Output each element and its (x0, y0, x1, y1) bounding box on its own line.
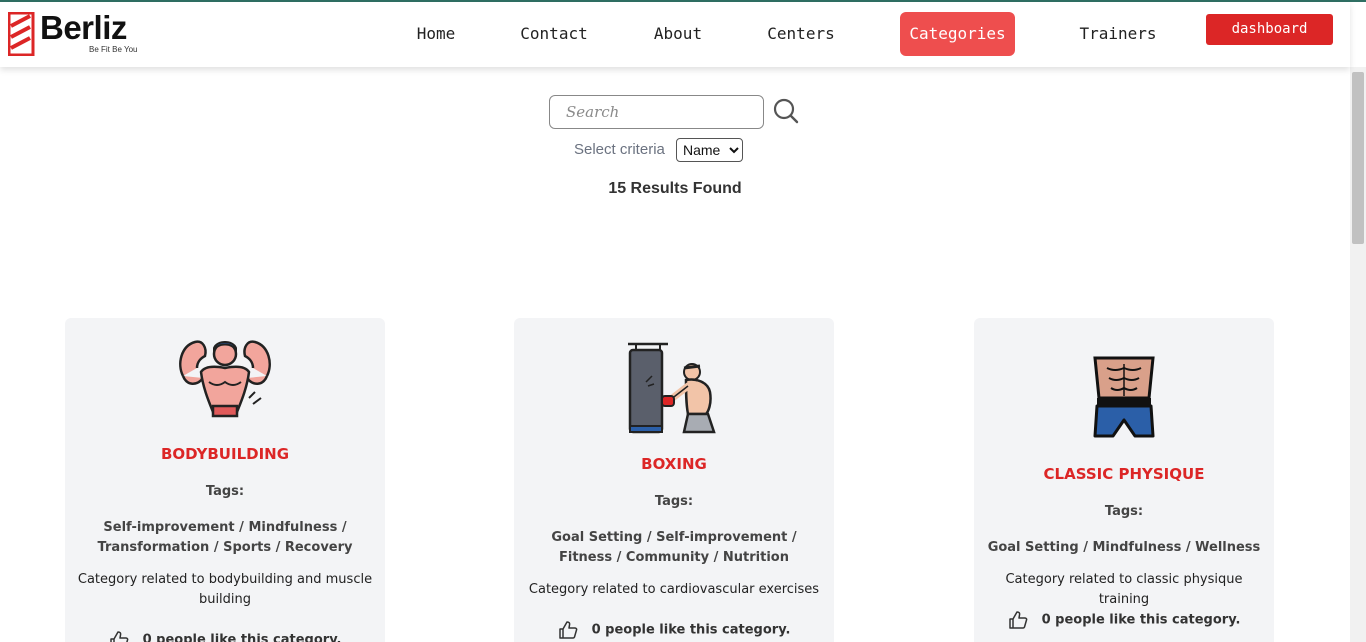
card-tags: Goal Setting / Self-improvement / Fitnes… (551, 530, 797, 565)
criteria-label: Select criteria (574, 141, 665, 158)
scrollbar-thumb[interactable] (1352, 72, 1364, 244)
brand-logo[interactable]: Berliz Be Fit Be You (8, 9, 148, 58)
card-description: Category related to cardiovascular exerc… (528, 582, 820, 597)
search-icon[interactable] (773, 98, 799, 124)
boxing-icon (628, 342, 716, 434)
criteria-select[interactable]: Name (676, 138, 743, 162)
abs-torso-icon (1093, 356, 1155, 438)
brand-tagline: Be Fit Be You (89, 45, 138, 54)
card-likes-row: 0 people like this category. (514, 620, 834, 640)
nav-trainers[interactable]: Trainers (1077, 12, 1159, 56)
card-tags: Goal Setting / Mindfulness / Wellness (987, 540, 1261, 555)
card-tags-label: Tags: (1104, 504, 1144, 519)
category-card-classic-physique[interactable]: CLASSIC PHYSIQUE Tags: Goal Setting / Mi… (974, 318, 1274, 642)
berliz-logo-icon (8, 12, 35, 56)
nav-about[interactable]: About (651, 12, 705, 56)
nav-contact[interactable]: Contact (518, 12, 590, 56)
dashboard-button[interactable]: dashboard (1206, 14, 1333, 45)
thumbs-up-icon[interactable] (109, 630, 129, 642)
card-tags: Self-improvement / Mindfulness / Transfo… (97, 520, 353, 555)
bodybuilder-icon (179, 340, 271, 418)
card-description: Category related to bodybuilding and mus… (77, 572, 373, 607)
brand-name: Berliz (40, 9, 127, 46)
thumbs-up-icon[interactable] (1008, 610, 1028, 630)
card-title[interactable]: BOXING (514, 455, 834, 473)
nav-categories[interactable]: Categories (900, 12, 1015, 56)
category-card-bodybuilding[interactable]: BODYBUILDING Tags: Self-improvement / Mi… (65, 318, 385, 642)
card-likes-row: 0 people like this category. (65, 630, 385, 642)
card-likes-text: 0 people like this category. (591, 622, 791, 638)
card-likes-text: 0 people like this category. (1041, 612, 1241, 628)
card-description: Category related to classic physique tra… (1005, 572, 1243, 607)
results-count: 15 Results Found (608, 180, 742, 197)
navbar: Berliz Be Fit Be You Home Contact About … (0, 2, 1350, 67)
card-title[interactable]: BODYBUILDING (65, 445, 385, 463)
search-input[interactable] (549, 95, 764, 129)
card-likes-row: 0 people like this category. (974, 610, 1274, 630)
card-tags-label: Tags: (205, 484, 245, 499)
thumbs-up-icon[interactable] (558, 620, 578, 640)
card-likes-text: 0 people like this category. (142, 632, 342, 642)
category-card-boxing[interactable]: BOXING Tags: Goal Setting / Self-improve… (514, 318, 834, 642)
card-tags-label: Tags: (654, 494, 694, 509)
nav-centers[interactable]: Centers (765, 12, 837, 56)
card-title[interactable]: CLASSIC PHYSIQUE (974, 465, 1274, 483)
nav-home[interactable]: Home (414, 12, 458, 56)
